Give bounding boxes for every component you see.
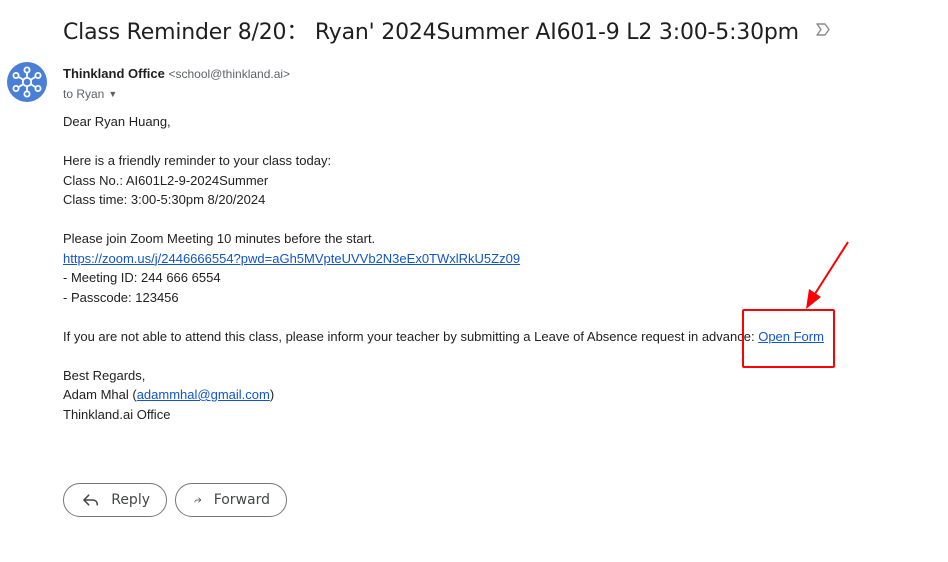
class-number: Class No.: AI601L2-9-2024Summer [63, 172, 269, 188]
sender-avatar[interactable] [7, 62, 47, 102]
forward-label: Forward [213, 492, 270, 508]
reply-label: Reply [111, 492, 150, 508]
zoom-link[interactable]: https://zoom.us/j/2446666554?pwd=aGh5MVp… [63, 251, 520, 266]
sender-info: Thinkland Office <school@thinkland.ai> [63, 66, 290, 81]
zoom-link-line: https://zoom.us/j/2446666554?pwd=aGh5MVp… [63, 249, 933, 269]
reply-arrow-icon [83, 494, 99, 506]
join-note: Please join Zoom Meeting 10 minutes befo… [63, 231, 376, 246]
network-hub-icon [12, 66, 42, 98]
office-name: Thinkland.ai Office [63, 406, 171, 422]
email-subject: Class Reminder 8/20： Ryan' 2024Summer AI… [63, 14, 831, 46]
sender-name[interactable]: Thinkland Office [63, 66, 165, 81]
reminder-text: Here is a friendly reminder to your clas… [63, 153, 332, 168]
absence-text: If you are not able to attend this class… [63, 328, 759, 344]
meeting-id: - Meeting ID: 244 666 6554 [63, 270, 221, 285]
reply-button[interactable]: Reply [63, 483, 167, 517]
sender-email: <school@thinkland.ai> [168, 67, 291, 81]
signature-line: Adam Mhal (adammhal@gmail.com) [63, 385, 933, 405]
recipient-details[interactable]: to Ryan ▼ [63, 87, 117, 101]
email-body: Dear Ryan Huang, Here is a friendly remi… [63, 112, 933, 424]
subject-text: Class Reminder 8/20： Ryan' 2024Summer AI… [63, 20, 799, 45]
greeting: Dear Ryan Huang, [63, 114, 171, 129]
forward-button[interactable]: Forward [175, 483, 287, 517]
annotation-highlight-box [742, 309, 835, 368]
signer-email-link[interactable]: adammhal@gmail.com [137, 387, 270, 402]
signer-close: ) [269, 387, 275, 402]
label-importance-icon[interactable] [815, 22, 831, 40]
class-time: Class time: 3:00-5:30pm 8/20/2024 [63, 192, 266, 207]
passcode: - Passcode: 123456 [63, 289, 179, 305]
caret-down-icon[interactable]: ▼ [108, 89, 117, 99]
regards: Best Regards, [63, 367, 146, 383]
signer-name: Adam Mhal ( [63, 387, 137, 402]
recipient-label: to Ryan [63, 87, 105, 101]
forward-arrow-icon [194, 497, 202, 503]
